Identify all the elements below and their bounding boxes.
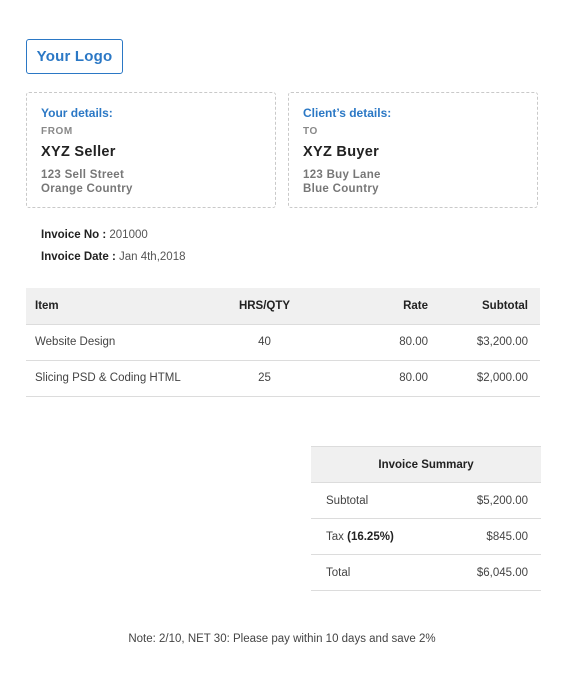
item-subtotal: $3,200.00 (428, 324, 540, 361)
summary-tax-rate: (16.25%) (347, 530, 394, 543)
seller-details-box: Your details: FROM XYZ Seller 123 Sell S… (26, 92, 276, 208)
header-subtotal: Subtotal (428, 288, 540, 325)
client-address-line1: 123 Buy Lane (303, 169, 381, 181)
item-subtotal: $2,000.00 (428, 360, 540, 397)
seller-name: XYZ Seller (41, 144, 116, 160)
client-direction-label: TO (303, 126, 318, 137)
items-table-header: Item HRS/QTY Rate Subtotal (26, 288, 540, 325)
item-rate: 80.00 (323, 324, 428, 361)
item-rate: 80.00 (323, 360, 428, 397)
summary-tax-label: Tax (326, 530, 344, 543)
seller-address-line1: 123 Sell Street (41, 169, 125, 181)
summary-total-label: Total (311, 554, 441, 591)
summary-total-value: $6,045.00 (440, 554, 541, 591)
summary-tax-label-cell: Tax (16.25%) (311, 518, 441, 555)
summary-title: Invoice Summary (311, 446, 541, 483)
client-details-box: Client’s details: TO XYZ Buyer 123 Buy L… (288, 92, 538, 208)
header-rate: Rate (323, 288, 428, 325)
client-name: XYZ Buyer (303, 144, 380, 160)
payment-note: Note: 2/10, NET 30: Please pay within 10… (128, 633, 436, 645)
item-name: Slicing PSD & Coding HTML (26, 360, 206, 397)
invoice-summary-table: Invoice Summary Subtotal $5,200.00 Tax (… (311, 446, 541, 591)
invoice-number: Invoice No : 201000 (41, 229, 148, 241)
item-name: Website Design (26, 324, 206, 361)
seller-direction-label: FROM (41, 126, 73, 137)
item-qty: 25 (206, 360, 323, 397)
summary-subtotal-value: $5,200.00 (440, 482, 541, 519)
seller-address-line2: Orange Country (41, 183, 133, 195)
table-row: Website Design 40 80.00 $3,200.00 (26, 324, 540, 361)
summary-row-total: Total $6,045.00 (311, 554, 541, 591)
seller-heading: Your details: (41, 106, 113, 120)
invoice-date-value: Jan 4th,2018 (118, 251, 186, 263)
client-heading: Client’s details: (303, 106, 392, 120)
item-qty: 40 (206, 324, 323, 361)
summary-row-tax: Tax (16.25%) $845.00 (311, 518, 541, 555)
invoice-date-label: Invoice Date : (41, 251, 116, 263)
invoice-number-label: Invoice No : (41, 229, 107, 241)
client-address-line2: Blue Country (303, 183, 379, 195)
items-table: Item HRS/QTY Rate Subtotal Website Desig… (26, 288, 540, 397)
invoice-number-value: 201000 (109, 229, 148, 241)
company-logo: Your Logo (26, 39, 123, 74)
invoice-date: Invoice Date : Jan 4th,2018 (41, 251, 186, 263)
summary-tax-value: $845.00 (440, 518, 541, 555)
header-item: Item (26, 288, 206, 325)
summary-subtotal-label: Subtotal (311, 482, 441, 519)
summary-row-subtotal: Subtotal $5,200.00 (311, 482, 541, 519)
header-qty: HRS/QTY (206, 288, 323, 325)
table-row: Slicing PSD & Coding HTML 25 80.00 $2,00… (26, 360, 540, 397)
